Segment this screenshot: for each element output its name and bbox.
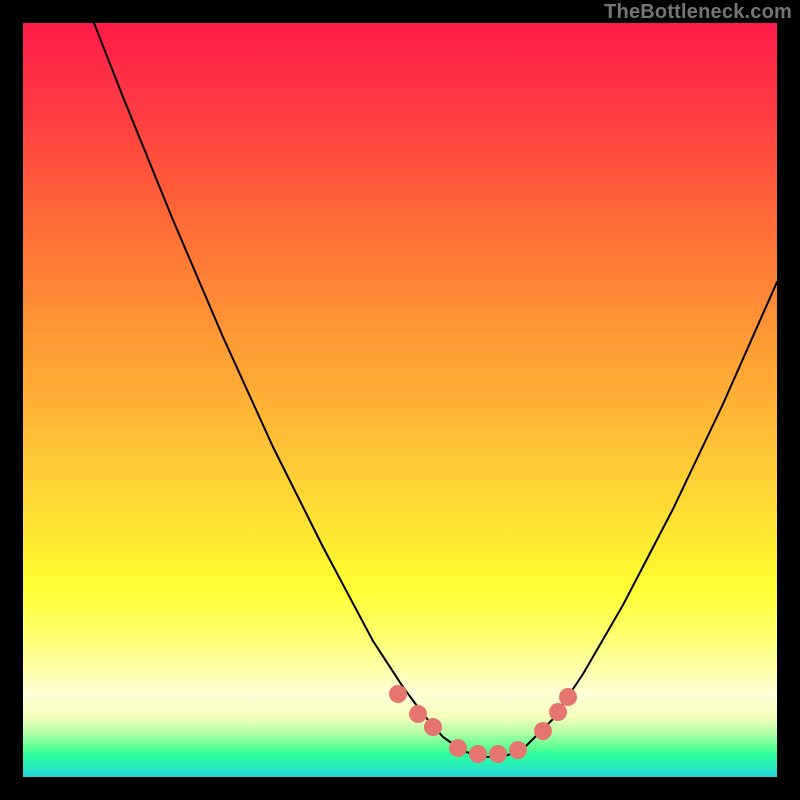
- curve-layer: [23, 23, 777, 777]
- curve-marker: [424, 718, 442, 736]
- curve-marker: [549, 703, 567, 721]
- curve-marker: [469, 745, 487, 763]
- curve-marker: [534, 722, 552, 740]
- curve-marker: [409, 705, 427, 723]
- curve-marker: [389, 685, 407, 703]
- curve-marker: [559, 688, 577, 706]
- chart-frame: TheBottleneck.com: [0, 0, 800, 800]
- watermark-label: TheBottleneck.com: [604, 1, 792, 24]
- curve-marker: [509, 741, 527, 759]
- bottleneck-curve: [94, 23, 777, 757]
- plot-area: [23, 23, 777, 777]
- curve-marker: [449, 739, 467, 757]
- curve-marker: [489, 745, 507, 763]
